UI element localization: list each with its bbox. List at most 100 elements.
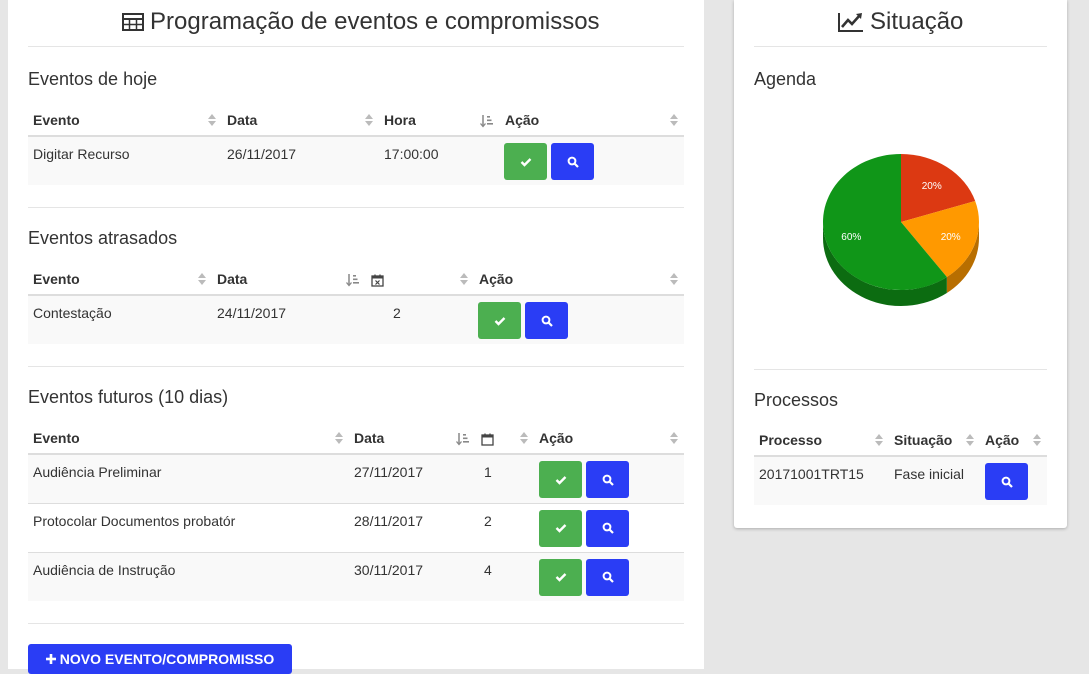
- processo-number: 20171001TRT15: [759, 466, 864, 482]
- sort-icon: [1033, 434, 1041, 448]
- pie-slice-label: 60%: [841, 232, 861, 243]
- check-icon: [520, 157, 531, 167]
- table-row: Digitar Recurso 26/11/2017 17:00:00: [28, 136, 684, 185]
- sort-icon: [335, 432, 343, 446]
- column-header-hora[interactable]: Hora: [379, 105, 500, 137]
- divider: [28, 46, 684, 47]
- section-title-today: Eventos de hoje: [28, 69, 158, 89]
- future-events-table: Evento Data Ação Audiência Preliminar 27…: [28, 423, 684, 601]
- processos-title: Processos: [754, 390, 839, 410]
- event-name: Digitar Recurso: [33, 146, 130, 162]
- divider: [28, 623, 684, 624]
- view-button[interactable]: [525, 302, 568, 339]
- event-date: 27/11/2017: [354, 464, 424, 480]
- sort-icon: [966, 434, 974, 448]
- table-row: Audiência Preliminar 27/11/2017 1: [28, 454, 684, 503]
- sort-icon: [670, 114, 678, 128]
- sort-icon: [365, 114, 373, 128]
- event-name: Audiência de Instrução: [33, 561, 176, 578]
- days-until: 1: [484, 464, 492, 480]
- column-header-acao[interactable]: Ação: [980, 425, 1047, 457]
- column-header-acao[interactable]: Ação: [500, 105, 684, 137]
- complete-button[interactable]: [539, 461, 582, 498]
- divider: [754, 369, 1047, 370]
- page-title-text: Programação de eventos e compromissos: [150, 8, 600, 35]
- column-header-situacao[interactable]: Situação: [889, 425, 980, 457]
- late-events-table: Evento Data Ação Contestação 24/11/2017 …: [28, 264, 684, 344]
- search-icon: [1001, 476, 1013, 488]
- search-icon: [602, 522, 614, 534]
- today-events-table: Evento Data Hora Ação Digitar Recurso 26…: [28, 105, 684, 185]
- plus-icon: [45, 654, 56, 664]
- event-date: 26/11/2017: [227, 146, 297, 162]
- days-until: 4: [484, 561, 492, 578]
- column-header-acao[interactable]: Ação: [474, 264, 684, 296]
- table-row: Audiência de Instrução 30/11/2017 4: [28, 551, 684, 601]
- side-title: Situação: [838, 8, 963, 36]
- table-row: Contestação 24/11/2017 2: [28, 295, 684, 344]
- agenda-pie-chart: 20% 20% 60%: [823, 154, 979, 306]
- column-header-data[interactable]: Data: [349, 423, 476, 455]
- event-date: 24/11/2017: [217, 305, 287, 321]
- event-date: 30/11/2017: [354, 561, 424, 578]
- event-time: 17:00:00: [384, 146, 439, 162]
- processo-status: Fase inicial: [894, 466, 965, 482]
- sort-icon: [208, 114, 216, 128]
- sort-amount-asc-icon: [456, 433, 469, 446]
- days-overdue: 2: [393, 305, 401, 321]
- section-title-future: Eventos futuros (10 dias): [28, 387, 229, 407]
- event-name: Audiência Preliminar: [33, 464, 162, 480]
- calendar-times-icon: [371, 274, 384, 287]
- event-name: Contestação: [33, 305, 112, 321]
- sort-icon: [670, 432, 678, 446]
- sort-amount-asc-icon: [346, 274, 359, 287]
- event-name: Protocolar Documentos probatór: [33, 512, 236, 529]
- divider: [754, 46, 1047, 47]
- view-button[interactable]: [586, 509, 629, 547]
- column-header-evento[interactable]: Evento: [28, 105, 222, 137]
- table-row: Protocolar Documentos probatór 28/11/201…: [28, 502, 684, 552]
- sort-amount-asc-icon: [480, 115, 493, 128]
- search-icon: [541, 315, 553, 327]
- days-until: 2: [484, 512, 492, 529]
- search-icon: [567, 156, 579, 168]
- column-header-days-overdue[interactable]: [366, 264, 474, 296]
- processos-table: Processo Situação Ação 20171001TRT15 Fas…: [754, 425, 1047, 505]
- page-title: Programação de eventos e compromissos: [122, 8, 600, 36]
- column-header-evento[interactable]: Evento: [28, 423, 349, 455]
- complete-button[interactable]: [539, 558, 582, 596]
- column-header-days-until[interactable]: [476, 423, 534, 455]
- agenda-title: Agenda: [754, 69, 817, 89]
- view-button[interactable]: [586, 558, 629, 596]
- calendar-icon: [481, 433, 494, 446]
- divider: [28, 366, 684, 367]
- complete-button[interactable]: [539, 509, 582, 547]
- column-header-acao[interactable]: Ação: [534, 423, 684, 455]
- search-icon: [602, 474, 614, 486]
- sort-icon: [198, 273, 206, 287]
- pie-slice-label: 20%: [922, 181, 942, 192]
- side-title-text: Situação: [870, 8, 964, 35]
- search-icon: [602, 571, 614, 583]
- new-event-button[interactable]: NOVO EVENTO/COMPROMISSO: [28, 644, 292, 674]
- check-icon: [555, 524, 566, 533]
- check-icon: [494, 316, 505, 326]
- pie-slice-label: 20%: [941, 232, 961, 243]
- table-icon: [122, 13, 144, 31]
- sort-icon: [670, 273, 678, 287]
- check-icon: [555, 573, 566, 582]
- view-button[interactable]: [551, 143, 594, 180]
- check-icon: [555, 475, 566, 485]
- view-button[interactable]: [985, 463, 1028, 500]
- table-row: 20171001TRT15 Fase inicial: [754, 456, 1047, 505]
- column-header-data[interactable]: Data: [212, 264, 366, 296]
- view-button[interactable]: [586, 461, 629, 498]
- complete-button[interactable]: [478, 302, 521, 339]
- column-header-processo[interactable]: Processo: [754, 425, 889, 457]
- column-header-data[interactable]: Data: [222, 105, 379, 137]
- complete-button[interactable]: [504, 143, 547, 180]
- sort-icon: [875, 434, 883, 448]
- column-header-evento[interactable]: Evento: [28, 264, 212, 296]
- section-title-late: Eventos atrasados: [28, 228, 178, 248]
- event-date: 28/11/2017: [354, 512, 424, 529]
